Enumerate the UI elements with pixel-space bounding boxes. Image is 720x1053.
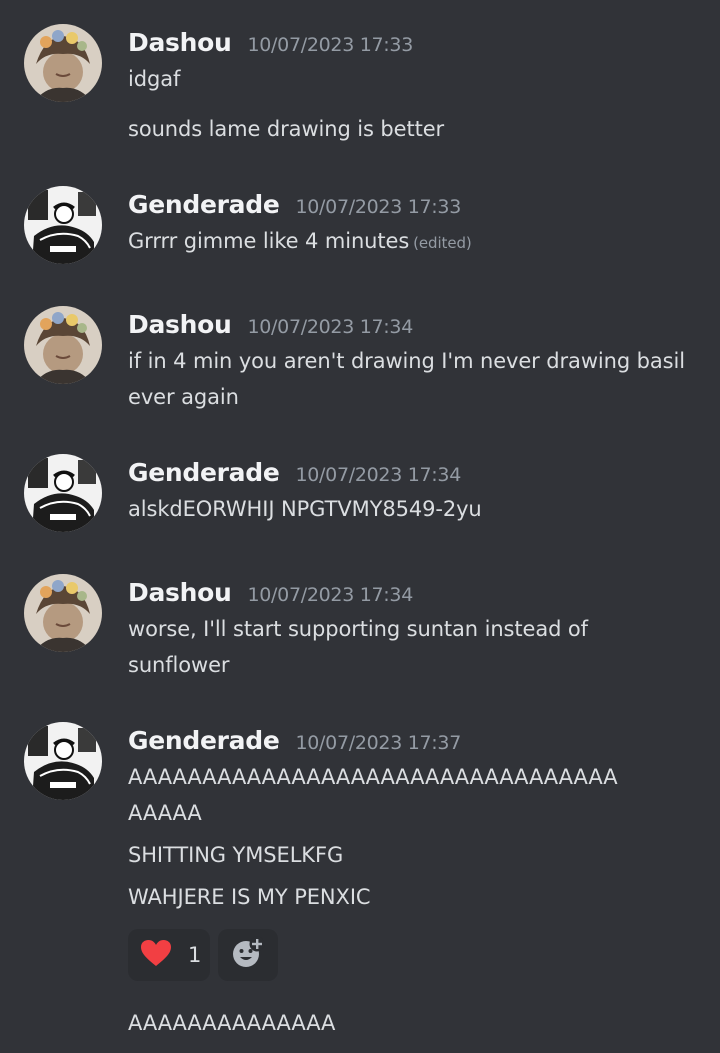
add-reaction-button[interactable]	[218, 929, 278, 981]
message-text: if in 4 min you aren't drawing I'm never…	[128, 349, 685, 373]
avatar-dashou[interactable]	[24, 306, 102, 384]
message-text: AAAAAAAAAAAAAA	[128, 1011, 336, 1035]
avatar-genderade[interactable]	[24, 722, 102, 800]
add-reaction-icon	[231, 936, 265, 974]
message-text: AAAAAAAAAAAAAAAAAAAAAAAAAAAAAAAAA	[128, 765, 618, 789]
red-heart-icon	[140, 939, 172, 971]
avatar-dashou[interactable]	[24, 574, 102, 652]
avatar-genderade[interactable]	[24, 186, 102, 264]
avatar-dashou[interactable]	[24, 24, 102, 102]
timestamp: 10/07/2023 17:34	[247, 316, 413, 338]
avatar-genderade[interactable]	[24, 454, 102, 532]
message-text: idgaf	[128, 67, 181, 91]
username[interactable]: Dashou	[128, 310, 232, 339]
message-text: sounds lame drawing is better	[128, 117, 445, 141]
timestamp: 10/07/2023 17:34	[295, 464, 461, 486]
message-text: Grrrr gimme like 4 minutes (edited)	[128, 228, 472, 256]
message-text: AAAAA	[128, 801, 202, 825]
message-text: worse, I'll start supporting suntan inst…	[128, 617, 588, 641]
reaction-count: 1	[188, 943, 202, 967]
username[interactable]: Dashou	[128, 28, 232, 57]
username[interactable]: Genderade	[128, 458, 280, 487]
message-text: sunflower	[128, 653, 230, 677]
username[interactable]: Genderade	[128, 726, 280, 755]
edited-label: (edited)	[413, 234, 472, 252]
timestamp: 10/07/2023 17:34	[247, 584, 413, 606]
message-text: SHITTING YMSELKFG	[128, 843, 344, 867]
username[interactable]: Dashou	[128, 578, 232, 607]
message-text: ever again	[128, 385, 239, 409]
message-text: WAHJERE IS MY PENXIC	[128, 885, 371, 909]
timestamp: 10/07/2023 17:37	[295, 732, 461, 754]
message-text-content: Grrrr gimme like 4 minutes	[128, 229, 410, 253]
timestamp: 10/07/2023 17:33	[295, 196, 461, 218]
message-text: alskdEORWHIJ NPGTVMY8549-2yu	[128, 497, 482, 521]
timestamp: 10/07/2023 17:33	[247, 34, 413, 56]
reaction-heart[interactable]: 1	[128, 929, 210, 981]
username[interactable]: Genderade	[128, 190, 280, 219]
